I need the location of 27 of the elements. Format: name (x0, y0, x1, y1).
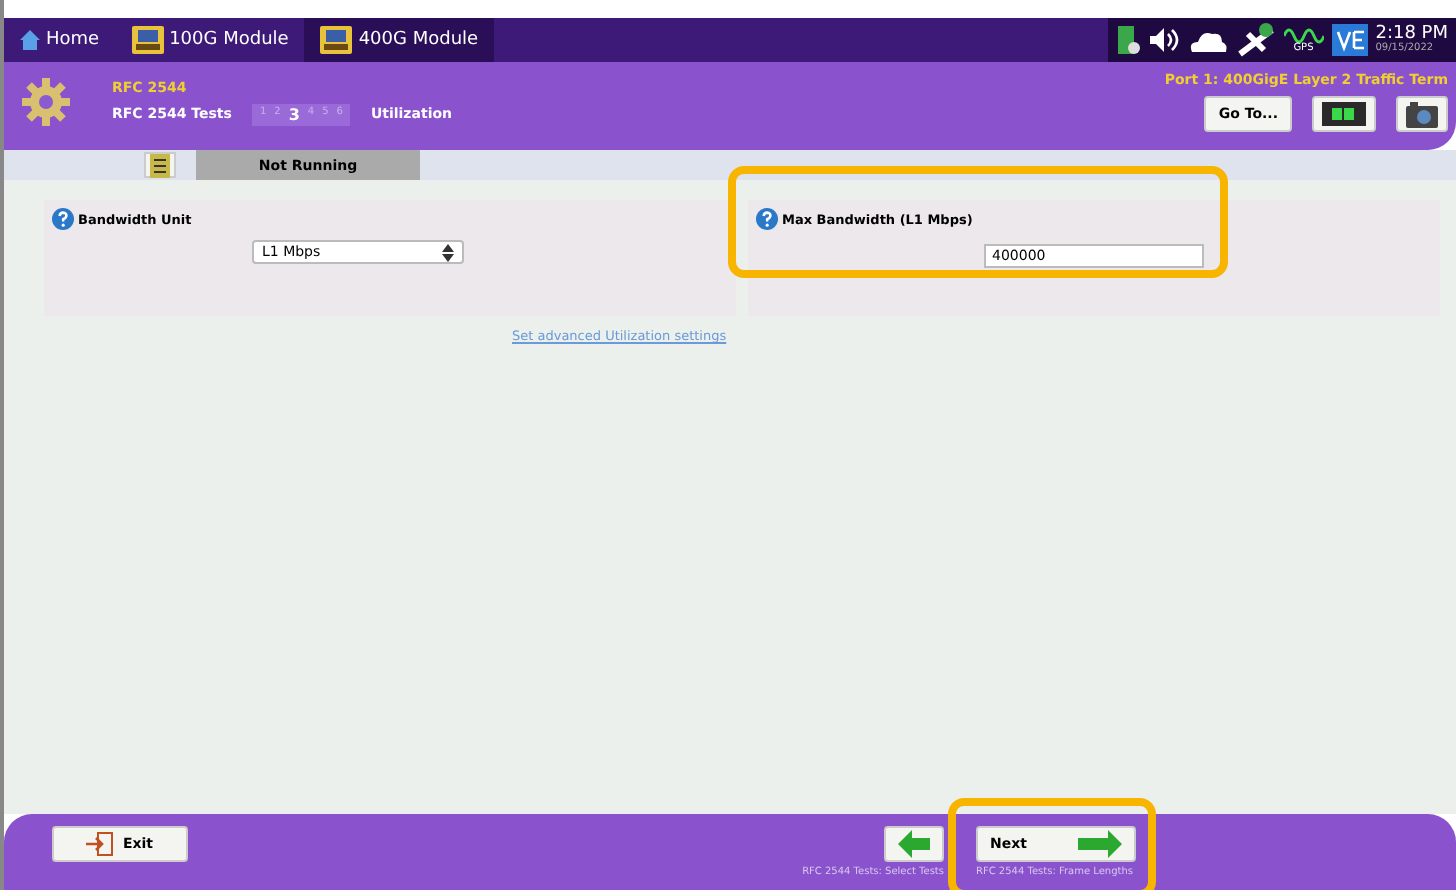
satellite-icon (1235, 22, 1276, 58)
battery-icon (1115, 24, 1140, 56)
right-arrow-icon (1078, 830, 1122, 858)
module-view-button[interactable] (1312, 96, 1376, 132)
camera-button[interactable] (1396, 96, 1448, 132)
module-card-icon (1322, 102, 1366, 126)
document-icon (150, 153, 170, 177)
back-button[interactable] (884, 826, 944, 862)
left-arrow-icon (898, 830, 930, 858)
module-tab[interactable]: 100G Module (115, 18, 305, 62)
cloud-icon (1187, 28, 1228, 52)
help-icon[interactable] (52, 208, 74, 230)
speaker-icon (1147, 26, 1180, 54)
updown-icon (442, 243, 454, 261)
module-icon (131, 26, 164, 54)
log-button[interactable] (144, 152, 176, 178)
gear-icon[interactable] (20, 76, 72, 128)
clock-time: 2:18 PM (1375, 26, 1448, 44)
module-tab[interactable]: 400G Module (304, 18, 495, 62)
module-tab[interactable]: Home (4, 18, 116, 62)
ve-badge-icon (1331, 24, 1368, 56)
home-icon (20, 30, 40, 50)
step-number: 3 (288, 105, 300, 123)
camera-icon (1406, 101, 1438, 127)
module-icon (320, 26, 353, 54)
exit-door-icon (86, 832, 115, 856)
help-icon[interactable] (756, 208, 778, 230)
